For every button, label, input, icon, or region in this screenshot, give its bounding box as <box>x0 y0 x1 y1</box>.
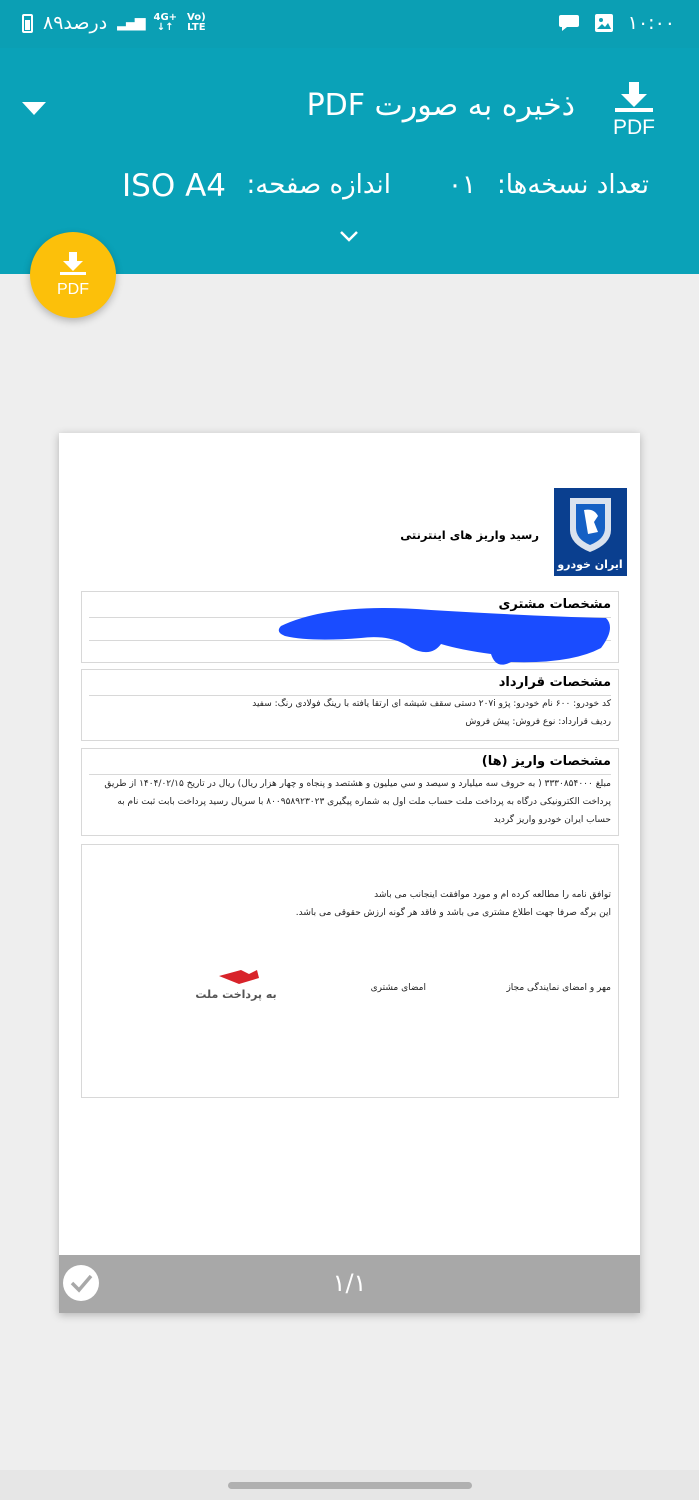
payment-line-2: پرداخت الکترونیکی درگاه به پرداخت ملت حس… <box>117 797 611 807</box>
redaction-scribble <box>278 608 610 665</box>
agreement-line-2: این برگه صرفا جهت اطلاع مشتری می باشد و … <box>295 908 611 918</box>
status-left: ۸۹درصد ▂▄▆ 4G+ ↓↑ Vo) LTE <box>22 12 206 34</box>
home-gesture-bar[interactable] <box>228 1482 472 1489</box>
status-right: ۱۰:۰۰ <box>558 12 675 34</box>
iran-khodro-logo: ایران خودرو <box>554 488 627 576</box>
download-pdf-icon: PDF <box>57 252 89 298</box>
contract-section: مشخصات قرارداد کد خودرو: ۶۰۰ نام خودرو: … <box>81 669 619 741</box>
payment-section-title: مشخصات واریز (ها) <box>481 754 611 769</box>
customer-signature-label: امضای مشتری <box>370 983 426 993</box>
payment-section: مشخصات واریز (ها) مبلغ ۳۳۳۰۸۵۴۰۰۰ ( به ح… <box>81 748 619 836</box>
mellat-logo-text: به پرداخت ملت <box>195 988 276 1001</box>
printer-title[interactable]: ذخیره به صورت PDF <box>307 88 575 123</box>
volte-indicator: Vo) LTE <box>187 13 206 33</box>
agreement-line-1: توافق نامه را مطالعه کرده ام و مورد مواف… <box>374 890 611 900</box>
status-bar: ۸۹درصد ▂▄▆ 4G+ ↓↑ Vo) LTE ۱۰:۰۰ <box>0 0 699 48</box>
download-pdf-button[interactable]: PDF <box>30 232 116 318</box>
battery-percent: ۸۹درصد <box>43 12 108 34</box>
chevron-down-icon[interactable] <box>339 226 359 246</box>
battery-icon <box>22 13 33 33</box>
receipt-title: رسید واریز های اینترنتی <box>400 528 539 542</box>
agent-signature-label: مهر و امضای نمایندگی مجاز <box>506 983 611 993</box>
print-settings-header: ذخیره به صورت PDF PDF تعداد نسخه‌ها: ۰۱ … <box>0 48 699 274</box>
page-preview[interactable]: ایران خودرو رسید واریز های اینترنتی مشخص… <box>59 433 640 1313</box>
page-footer: ۱/۱ <box>59 1255 640 1313</box>
network-indicator: 4G+ ↓↑ <box>153 13 177 33</box>
page-indicator: ۱/۱ <box>332 1269 367 1297</box>
save-pdf-icon-label: PDF <box>613 116 655 138</box>
copies-value[interactable]: ۰۱ <box>448 170 476 200</box>
paper-size-label: اندازه صفحه: <box>246 170 392 200</box>
lte-label: LTE <box>187 22 206 33</box>
logo-text: ایران خودرو <box>556 558 622 571</box>
paper-size-value[interactable]: ISO A4 <box>122 168 226 204</box>
agreement-section: توافق نامه را مطالعه کرده ام و مورد مواف… <box>81 844 619 1098</box>
save-pdf-icon[interactable]: PDF <box>607 80 661 138</box>
payment-line-1: مبلغ ۳۳۳۰۸۵۴۰۰۰ ( به حروف سه میلیارد و س… <box>104 779 611 789</box>
network-arrows-icon: ↓↑ <box>156 22 174 33</box>
fab-label: PDF <box>57 281 89 298</box>
clock: ۱۰:۰۰ <box>627 12 675 34</box>
contract-line-1: کد خودرو: ۶۰۰ نام خودرو: پژو ۲۰۷i دستی س… <box>252 699 611 709</box>
printer-dropdown-icon[interactable] <box>22 102 46 115</box>
payment-line-3: حساب ایران خودرو واریز گردید <box>493 815 611 825</box>
chat-bubble-icon <box>558 15 579 31</box>
signal-icon: ▂▄▆ <box>117 15 145 31</box>
gallery-icon <box>594 14 613 32</box>
mellat-logo: به پرداخت ملت <box>195 970 277 1001</box>
contract-line-2: ردیف قرارداد: نوع فروش: پیش فروش <box>465 717 611 727</box>
copies-label: تعداد نسخه‌ها: <box>496 170 649 200</box>
contract-section-title: مشخصات قرارداد <box>498 675 611 690</box>
